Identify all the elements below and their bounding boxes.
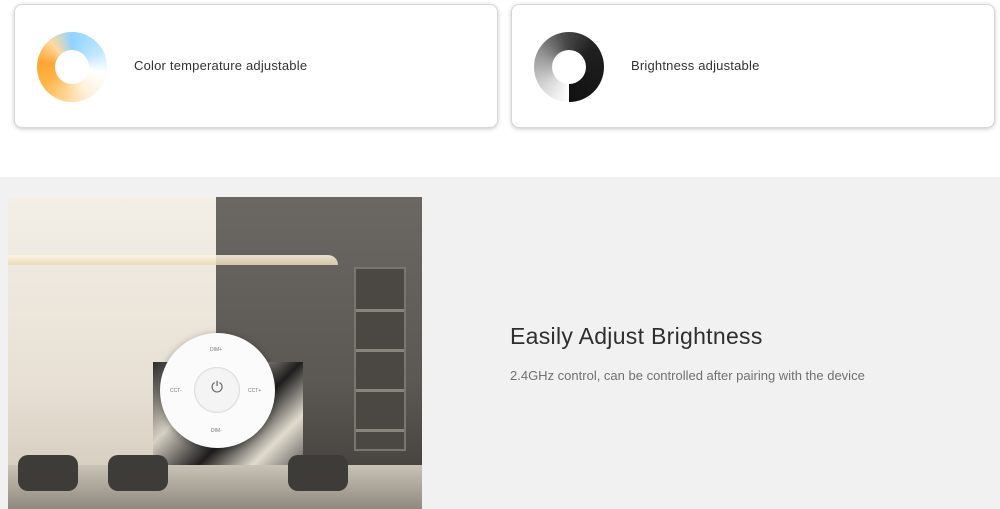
- feature-card-brightness: Brightness adjustable: [511, 4, 995, 128]
- dim-minus-label: DIM-: [211, 428, 222, 434]
- color-temperature-ring-icon: [37, 32, 107, 102]
- feature-label: Color temperature adjustable: [134, 58, 308, 73]
- brightness-section: [0, 177, 1000, 509]
- dim-plus-label: DIM+: [210, 347, 223, 353]
- power-button: ⏻: [194, 367, 240, 413]
- cove-light-strip: [8, 255, 338, 265]
- feature-card-color-temperature: Color temperature adjustable: [14, 4, 498, 128]
- remote-control: DIM+ CCT- CCT+ DIM- ⏻: [160, 333, 275, 448]
- pillow: [18, 455, 78, 491]
- power-icon: ⏻: [211, 379, 223, 396]
- pillow: [108, 455, 168, 491]
- pillow: [288, 455, 348, 491]
- section-title: Easily Adjust Brightness: [510, 323, 763, 349]
- section-subtitle: 2.4GHz control, can be controlled after …: [510, 368, 865, 383]
- feature-label: Brightness adjustable: [631, 58, 760, 73]
- bookshelf: [354, 267, 406, 451]
- cct-minus-label: CCT-: [170, 388, 182, 394]
- brightness-ring-icon: [534, 32, 604, 102]
- cct-plus-label: CCT+: [248, 388, 262, 394]
